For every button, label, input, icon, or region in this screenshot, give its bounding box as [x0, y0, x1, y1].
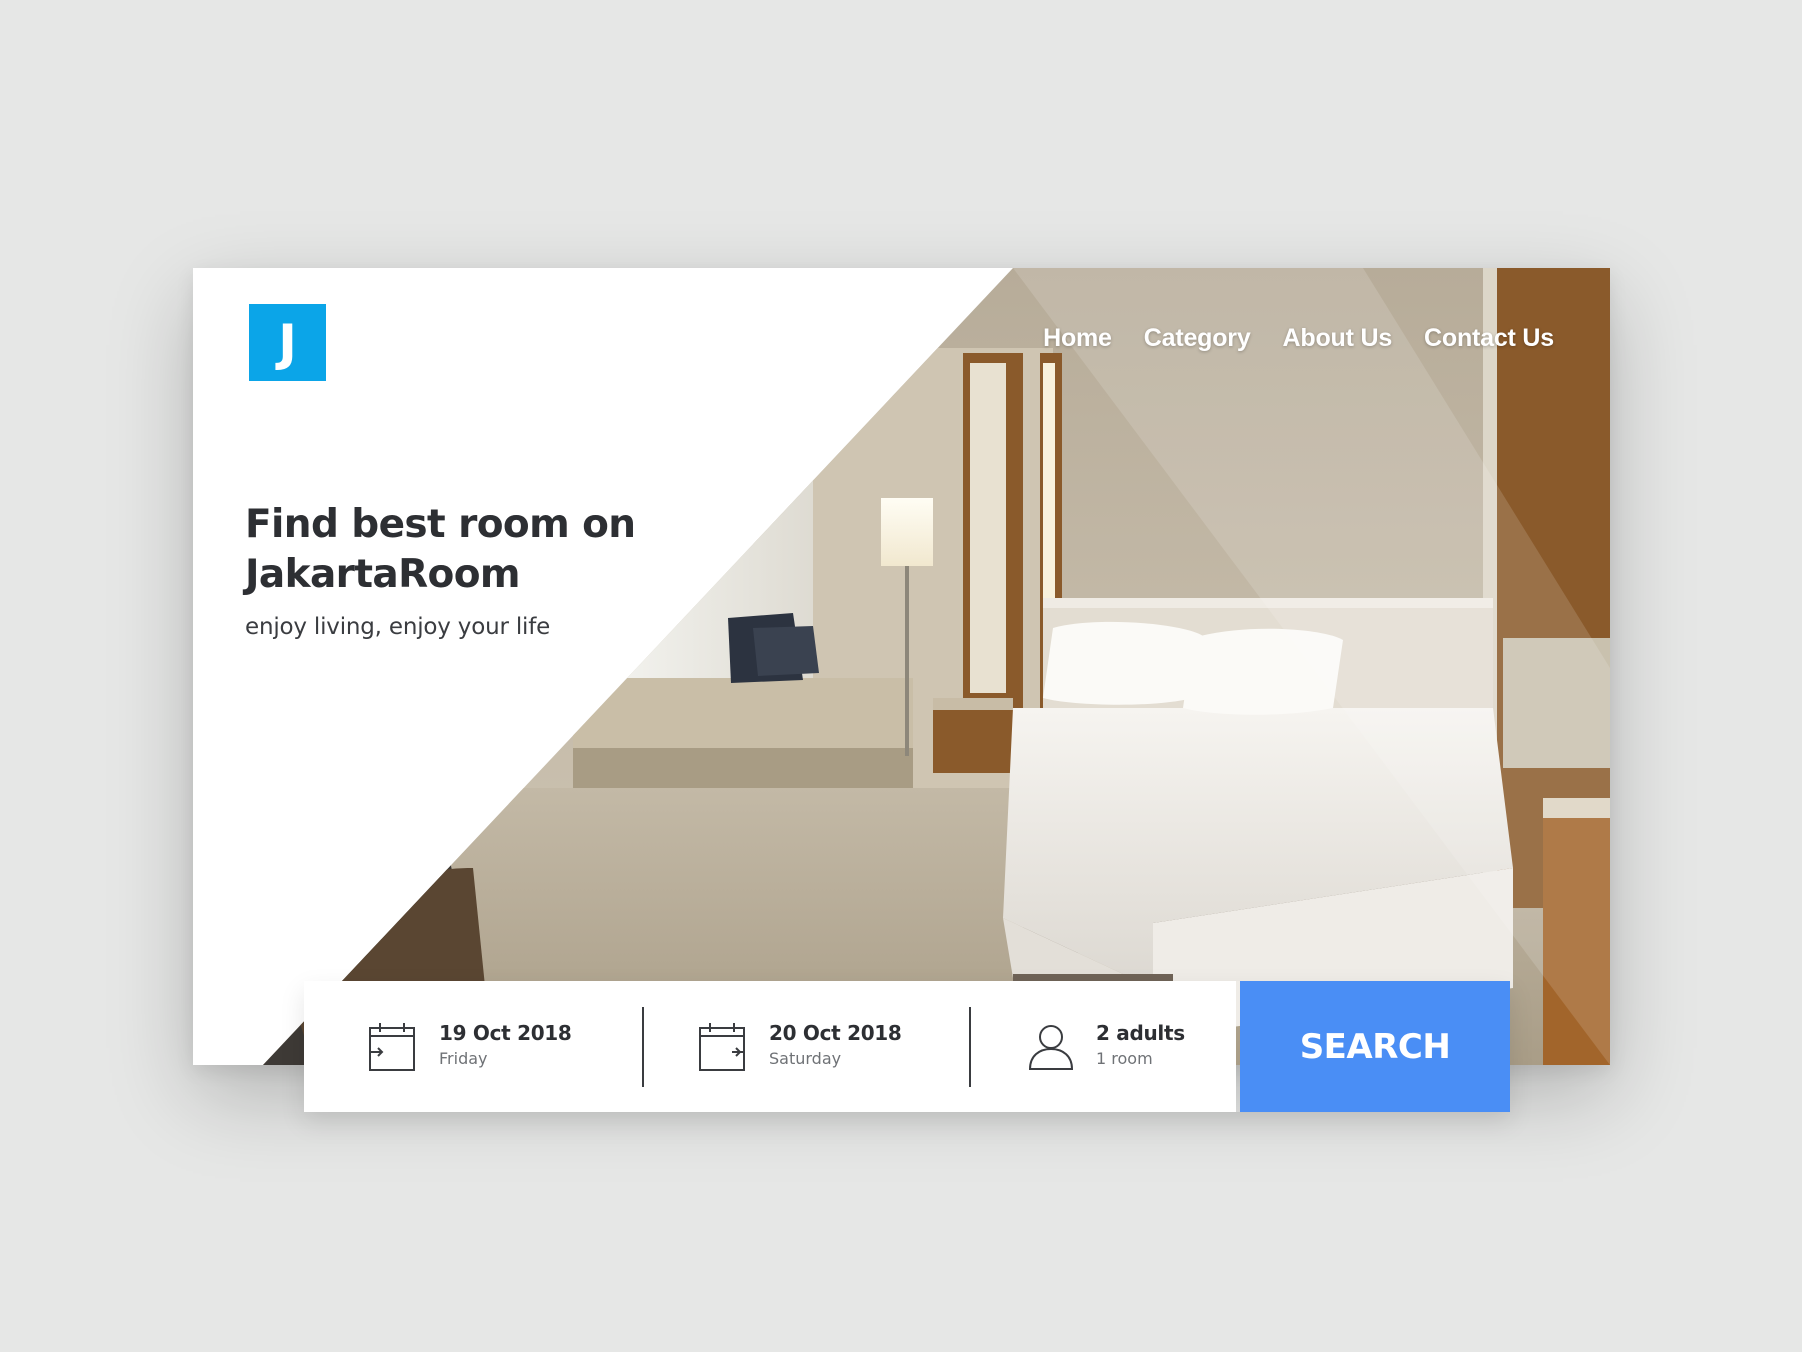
logo[interactable]: J	[249, 304, 326, 381]
checkout-day: Saturday	[769, 1049, 842, 1068]
guests-rooms: 1 room	[1096, 1049, 1153, 1068]
checkout-date: 20 Oct 2018	[769, 1021, 902, 1045]
hotel-room-image	[263, 268, 1610, 1065]
landing-card: J Home Category About Us Contact Us Find…	[193, 268, 1610, 1065]
guests-adults: 2 adults	[1096, 1021, 1185, 1045]
search-button[interactable]: SEARCH	[1240, 981, 1510, 1112]
booking-fields: 19 Oct 2018 Friday 20 Oct 2018 Saturday	[304, 981, 1236, 1112]
nav-contact-us[interactable]: Contact Us	[1424, 324, 1554, 353]
main-nav: Home Category About Us Contact Us	[1043, 324, 1554, 353]
calendar-checkout-icon	[698, 1022, 746, 1072]
hero-text: Find best room on JakartaRoom enjoy livi…	[245, 500, 705, 640]
checkin-date-field[interactable]: 19 Oct 2018 Friday	[304, 981, 644, 1112]
nav-about-us[interactable]: About Us	[1283, 324, 1393, 353]
checkin-date: 19 Oct 2018	[439, 1021, 572, 1045]
hero-title: Find best room on JakartaRoom	[245, 502, 636, 597]
nav-home[interactable]: Home	[1043, 324, 1112, 353]
calendar-checkin-icon	[368, 1022, 416, 1072]
guests-field[interactable]: 2 adults 1 room	[971, 981, 1236, 1112]
nav-category[interactable]: Category	[1144, 324, 1251, 353]
checkout-date-field[interactable]: 20 Oct 2018 Saturday	[644, 981, 971, 1112]
checkin-day: Friday	[439, 1049, 488, 1068]
person-icon	[1027, 1022, 1075, 1072]
hero-subtitle: enjoy living, enjoy your life	[245, 614, 551, 640]
booking-bar: 19 Oct 2018 Friday 20 Oct 2018 Saturday	[304, 981, 1510, 1112]
